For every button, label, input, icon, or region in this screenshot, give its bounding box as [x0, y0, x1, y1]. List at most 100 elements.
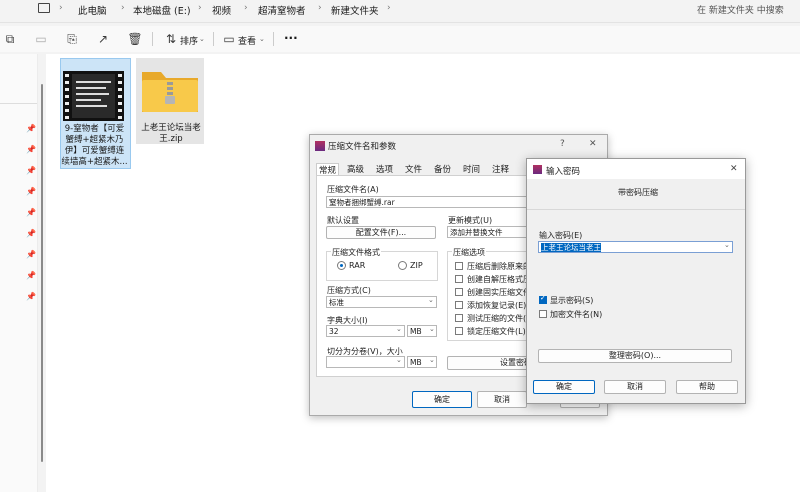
radio-zip[interactable] — [398, 261, 407, 270]
option-test-label: 测试压缩的文件(T) — [467, 314, 535, 323]
chevron-down-icon: ⌄ — [396, 325, 402, 333]
file-name-zip: 上老王论坛当老 王.zip — [141, 123, 201, 144]
cancel-button[interactable]: 取消 — [477, 391, 527, 408]
breadcrumb-drive-e[interactable]: 本地磁盘 (E:) — [133, 3, 191, 17]
pin-icon: 📌 — [26, 250, 36, 259]
paste-icon[interactable]: ▭ — [33, 31, 49, 47]
breadcrumb-videos[interactable]: 视频 — [212, 3, 231, 17]
toolbar-divider — [273, 32, 274, 46]
option-checkbox-sfx[interactable] — [455, 275, 463, 283]
view-icon[interactable]: ▭ — [221, 31, 237, 47]
option-checkbox-test[interactable] — [455, 314, 463, 322]
close-icon[interactable]: ✕ — [589, 139, 597, 149]
monitor-icon[interactable] — [38, 3, 50, 13]
search-input[interactable]: 在 新建文件夹 中搜索 — [697, 3, 784, 16]
video-thumbnail-icon — [63, 71, 124, 121]
format-zip-label: ZIP — [410, 261, 423, 270]
close-icon[interactable]: ✕ — [730, 164, 738, 174]
winrar-icon — [315, 141, 325, 151]
sort-icon[interactable]: ⇅ — [163, 31, 179, 47]
password-help-button[interactable]: 帮助 — [676, 380, 738, 394]
update-mode-select[interactable]: 添加并替换文件 — [447, 226, 537, 238]
chevron-right-icon: › — [59, 3, 63, 13]
chevron-down-icon: ⌄ — [199, 35, 205, 43]
copy-icon[interactable]: ⧉ — [2, 31, 18, 47]
password-input[interactable]: 上老王论坛当老王 — [538, 241, 733, 253]
pin-icon: 📌 — [26, 187, 36, 196]
pin-icon: 📌 — [26, 229, 36, 238]
breadcrumb-current[interactable]: 新建文件夹 — [331, 3, 379, 17]
header-divider — [527, 209, 745, 210]
tab-files[interactable]: 文件 — [405, 163, 422, 175]
tab-options[interactable]: 选项 — [376, 163, 393, 175]
format-rar-label: RAR — [349, 261, 366, 270]
pin-icon: 📌 — [26, 145, 36, 154]
chevron-down-icon: ⌄ — [724, 241, 730, 249]
options-label: 压缩选项 — [452, 247, 486, 258]
organize-passwords-button[interactable]: 整理密码(O)... — [538, 349, 732, 363]
option-checkbox-delete[interactable] — [455, 262, 463, 270]
winrar-icon — [533, 165, 542, 174]
nav-divider — [0, 103, 37, 104]
share-icon[interactable]: ↗ — [95, 31, 111, 47]
file-name-video: 9-窒物者【可爱 蟹缚+超紧木乃 伊】可爱蟹缚连 续墙高+超紧木... — [61, 124, 128, 167]
tab-time[interactable]: 时间 — [463, 163, 480, 175]
breadcrumb-folder[interactable]: 超清窒物者 — [258, 3, 306, 17]
view-button[interactable]: 查看 — [238, 34, 256, 47]
password-dialog-title: 输入密码 — [546, 167, 581, 177]
help-icon[interactable]: ? — [560, 139, 565, 149]
password-dialog: 输入密码 ✕ 带密码压缩 输入密码(E) 上老王论坛当老王 ⌄ ✓ 显示密码(S… — [526, 158, 746, 404]
sort-button[interactable]: 排序 — [180, 34, 198, 47]
encrypt-names-label: 加密文件名(N) — [550, 310, 603, 319]
pin-icon: 📌 — [26, 166, 36, 175]
method-label: 压缩方式(C) — [327, 286, 371, 295]
rename-icon[interactable]: ⎘ — [64, 31, 80, 47]
tab-advanced[interactable]: 高级 — [347, 163, 364, 175]
option-checkbox-lock[interactable] — [455, 327, 463, 335]
scrollbar[interactable] — [41, 84, 43, 462]
chevron-down-icon: ⌄ — [259, 35, 265, 43]
command-bar — [0, 26, 800, 52]
password-header: 带密码压缩 — [618, 188, 658, 197]
chevron-right-icon: › — [318, 3, 322, 13]
split-size-input[interactable] — [326, 356, 405, 368]
archive-name-label: 压缩文件名(A) — [327, 185, 379, 194]
show-password-label: 显示密码(S) — [550, 296, 594, 305]
delete-icon[interactable]: 🗑 — [127, 31, 143, 47]
zip-folder-icon — [141, 64, 199, 117]
chevron-right-icon: › — [121, 3, 125, 13]
pin-icon: 📌 — [26, 208, 36, 217]
tab-comment[interactable]: 注释 — [492, 163, 509, 175]
set-password-button[interactable]: 设置密码 — [447, 356, 537, 370]
address-bar — [0, 0, 800, 23]
password-ok-button[interactable]: 确定 — [533, 380, 595, 394]
profiles-button[interactable]: 配置文件(F)... — [326, 226, 436, 239]
option-checkbox-solid[interactable] — [455, 288, 463, 296]
password-cancel-button[interactable]: 取消 — [604, 380, 666, 394]
archive-name-input[interactable]: 窒物者捆绑蟹缚.rar — [326, 196, 536, 208]
breadcrumb-this-pc[interactable]: 此电脑 — [78, 3, 107, 17]
check-icon: ✓ — [540, 294, 546, 302]
option-recovery-label: 添加恢复记录(E) — [467, 301, 527, 310]
dict-size-select[interactable]: 32 — [326, 325, 405, 337]
encrypt-names-checkbox[interactable] — [539, 310, 547, 318]
option-checkbox-recovery[interactable] — [455, 301, 463, 309]
password-text: 上老王论坛当老王 — [541, 243, 601, 252]
chevron-down-icon: ⌄ — [429, 325, 435, 333]
ok-button[interactable]: 确定 — [412, 391, 472, 408]
more-options-button[interactable]: ··· — [284, 31, 298, 45]
chevron-right-icon: › — [198, 3, 202, 13]
method-select[interactable]: 标准 — [326, 296, 437, 308]
chevron-right-icon: › — [387, 3, 391, 13]
dialog-title: 压缩文件名和参数 — [328, 142, 397, 152]
chevron-down-icon: ⌄ — [428, 296, 434, 304]
pin-icon: 📌 — [26, 271, 36, 280]
chevron-right-icon: › — [244, 3, 248, 13]
radio-rar[interactable] — [337, 261, 346, 270]
tab-backup[interactable]: 备份 — [434, 163, 451, 175]
format-label: 压缩文件格式 — [331, 247, 381, 258]
chevron-down-icon: ⌄ — [429, 356, 435, 364]
pin-icon: 📌 — [26, 292, 36, 301]
option-lock-label: 锁定压缩文件(L) — [467, 327, 526, 336]
toolbar-divider — [213, 32, 214, 46]
